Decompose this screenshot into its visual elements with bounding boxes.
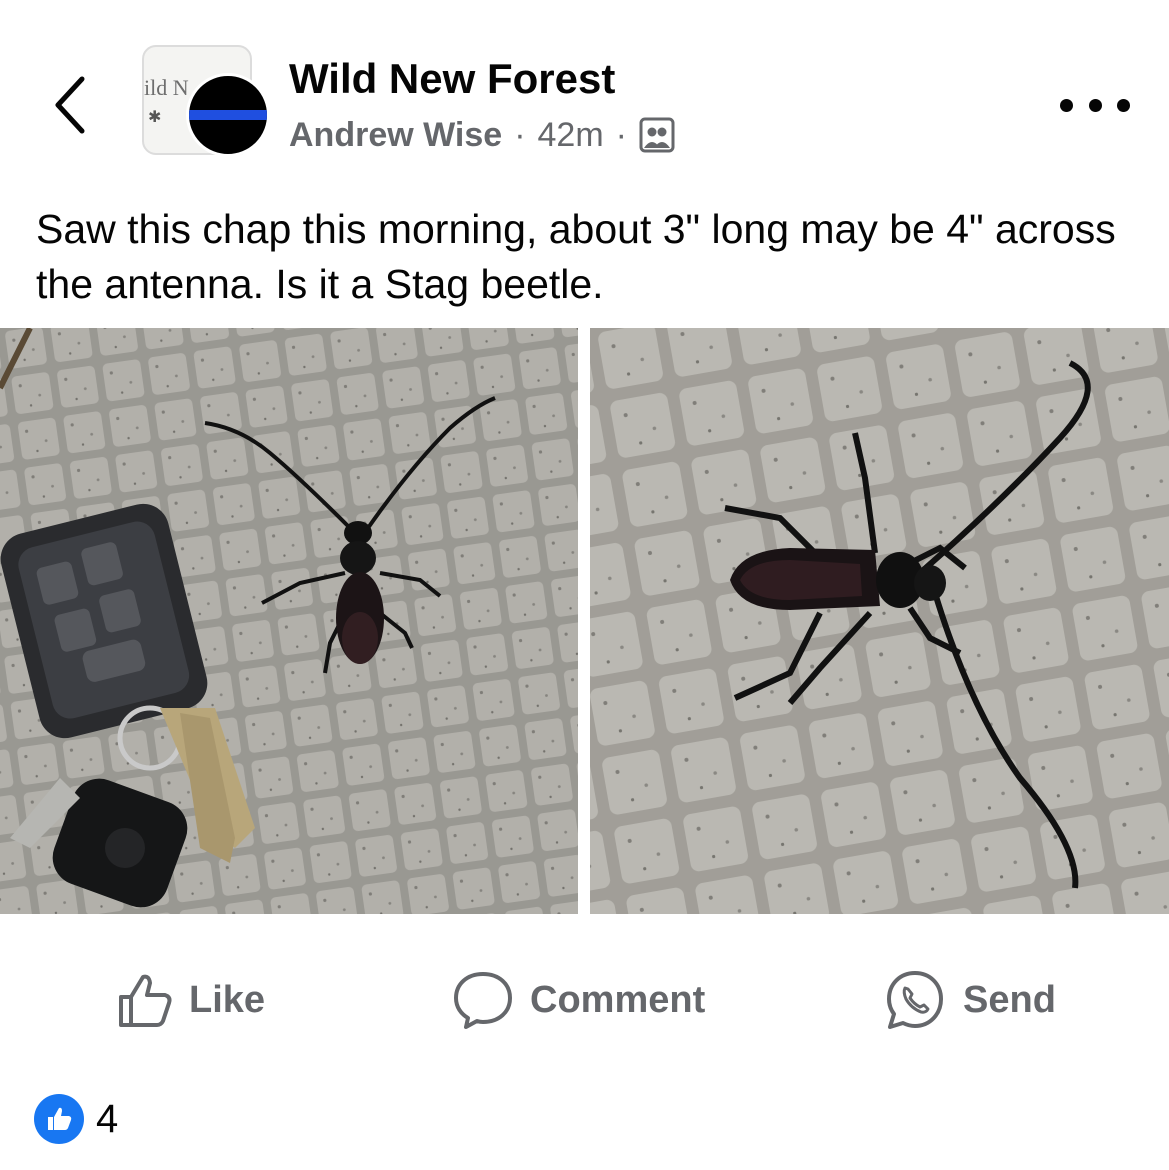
post-text: Saw this chap this morning, about 3" lon… (36, 206, 1116, 307)
thumbs-up-icon (119, 974, 172, 1027)
comment-label: Comment (530, 978, 706, 1021)
post-avatars[interactable]: ild N ✱ ⁝ (142, 45, 270, 157)
more-options-button[interactable] (1060, 88, 1130, 122)
meta-separator: · (615, 115, 627, 154)
whatsapp-icon (887, 971, 943, 1029)
back-button[interactable] (40, 70, 100, 140)
like-label: Like (189, 978, 266, 1021)
author-avatar[interactable] (186, 73, 270, 157)
group-members-icon (639, 117, 675, 153)
avatar-blue-stripe (189, 110, 267, 120)
more-dot (1088, 98, 1102, 112)
like-reaction-icon (34, 1094, 84, 1144)
group-picture-text: ild N (144, 75, 189, 100)
post-photo-2[interactable] (590, 328, 1169, 914)
author-name[interactable]: Andrew Wise (289, 116, 502, 155)
comment-bubble-icon (454, 972, 512, 1029)
reaction-count: 4 (96, 1096, 119, 1141)
post-photo-1[interactable] (0, 328, 578, 914)
beetle-with-car-keys-photo (0, 328, 578, 914)
beetle-closeup-photo (590, 328, 1169, 914)
send-label: Send (963, 978, 1056, 1021)
group-name[interactable]: Wild New Forest (289, 55, 615, 103)
post-time[interactable]: 42m (538, 116, 604, 155)
like-button[interactable]: Like (115, 965, 265, 1035)
post-meta: Andrew Wise · 42m · (289, 113, 675, 157)
chevron-left-icon (55, 76, 85, 134)
meta-separator: · (514, 115, 526, 154)
comment-button[interactable]: Comment (452, 965, 705, 1035)
more-dot (1060, 98, 1073, 112)
reaction-summary[interactable]: 4 (34, 1092, 118, 1146)
more-dot (1117, 98, 1130, 112)
send-button[interactable]: Send (883, 965, 1056, 1035)
